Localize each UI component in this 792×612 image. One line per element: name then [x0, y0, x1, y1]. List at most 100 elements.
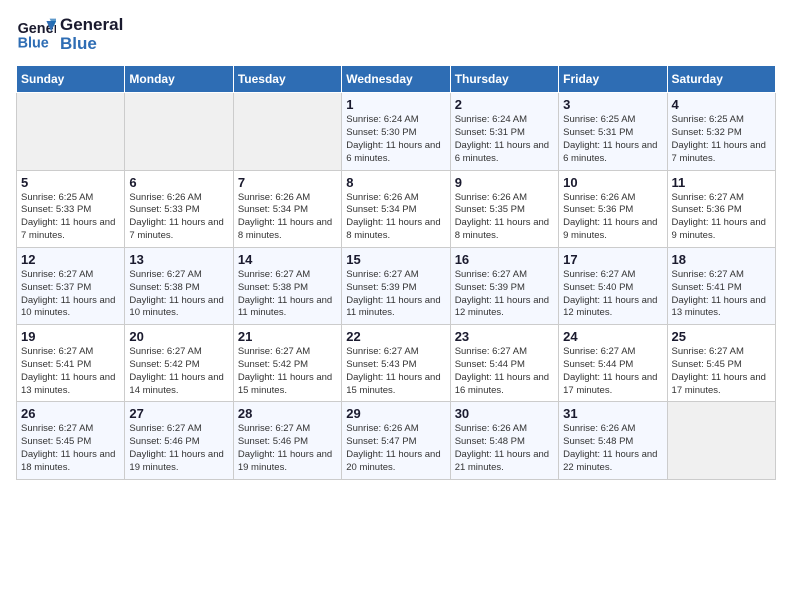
- calendar-cell: 29Sunrise: 6:26 AM Sunset: 5:47 PM Dayli…: [342, 402, 450, 479]
- day-info: Sunrise: 6:27 AM Sunset: 5:37 PM Dayligh…: [21, 269, 120, 320]
- day-number: 19: [21, 329, 120, 344]
- day-info: Sunrise: 6:27 AM Sunset: 5:38 PM Dayligh…: [238, 269, 337, 320]
- calendar-cell: 7 Sunrise: 6:26 AM Sunset: 5:34 PM Daylig…: [233, 170, 341, 247]
- day-info: Sunrise: 6:27 AM Sunset: 5:44 PM Dayligh…: [563, 346, 662, 397]
- day-number: 20: [129, 329, 228, 344]
- day-number: 12: [21, 252, 120, 267]
- day-number: 26: [21, 406, 120, 421]
- day-number: 21: [238, 329, 337, 344]
- day-number: 18: [672, 252, 771, 267]
- day-number: 17: [563, 252, 662, 267]
- day-info: Sunrise: 6:26 AM Sunset: 5:33 PM Dayligh…: [129, 192, 228, 243]
- day-number: 5: [21, 175, 120, 190]
- svg-text:Blue: Blue: [18, 35, 49, 51]
- day-info: Sunrise: 6:27 AM Sunset: 5:41 PM Dayligh…: [21, 346, 120, 397]
- calendar-cell: 5 Sunrise: 6:25 AM Sunset: 5:33 PM Daylig…: [17, 170, 125, 247]
- logo: General Blue General Blue: [16, 16, 123, 53]
- day-info: Sunrise: 6:26 AM Sunset: 5:35 PM Dayligh…: [455, 192, 554, 243]
- day-info: Sunrise: 6:24 AM Sunset: 5:31 PM Dayligh…: [455, 114, 554, 165]
- week-row-1: 5 Sunrise: 6:25 AM Sunset: 5:33 PM Daylig…: [17, 170, 776, 247]
- day-info: Sunrise: 6:26 AM Sunset: 5:36 PM Dayligh…: [563, 192, 662, 243]
- week-row-3: 19 Sunrise: 6:27 AM Sunset: 5:41 PM Dayli…: [17, 325, 776, 402]
- calendar-cell: 2 Sunrise: 6:24 AM Sunset: 5:31 PM Daylig…: [450, 93, 558, 170]
- calendar-cell: 23Sunrise: 6:27 AM Sunset: 5:44 PM Dayli…: [450, 325, 558, 402]
- day-info: Sunrise: 6:27 AM Sunset: 5:44 PM Dayligh…: [455, 346, 554, 397]
- day-number: 25: [672, 329, 771, 344]
- day-header-thursday: Thursday: [450, 66, 558, 93]
- calendar-table: SundayMondayTuesdayWednesdayThursdayFrid…: [16, 65, 776, 479]
- day-info: Sunrise: 6:27 AM Sunset: 5:39 PM Dayligh…: [346, 269, 445, 320]
- calendar-cell: 16 Sunrise: 6:27 AM Sunset: 5:39 PM Dayli…: [450, 247, 558, 324]
- day-info: Sunrise: 6:27 AM Sunset: 5:46 PM Dayligh…: [238, 423, 337, 474]
- calendar-cell: [17, 93, 125, 170]
- day-header-sunday: Sunday: [17, 66, 125, 93]
- calendar-header-row: SundayMondayTuesdayWednesdayThursdayFrid…: [17, 66, 776, 93]
- day-info: Sunrise: 6:25 AM Sunset: 5:33 PM Dayligh…: [21, 192, 120, 243]
- logo-icon: General Blue: [16, 17, 56, 53]
- day-number: 1: [346, 97, 445, 112]
- day-info: Sunrise: 6:24 AM Sunset: 5:30 PM Dayligh…: [346, 114, 445, 165]
- day-info: Sunrise: 6:27 AM Sunset: 5:46 PM Dayligh…: [129, 423, 228, 474]
- calendar-cell: [667, 402, 775, 479]
- day-number: 27: [129, 406, 228, 421]
- calendar-cell: 8 Sunrise: 6:26 AM Sunset: 5:34 PM Daylig…: [342, 170, 450, 247]
- day-number: 16: [455, 252, 554, 267]
- week-row-2: 12 Sunrise: 6:27 AM Sunset: 5:37 PM Dayli…: [17, 247, 776, 324]
- calendar-cell: 11 Sunrise: 6:27 AM Sunset: 5:36 PM Dayli…: [667, 170, 775, 247]
- day-info: Sunrise: 6:26 AM Sunset: 5:34 PM Dayligh…: [346, 192, 445, 243]
- calendar-cell: 26 Sunrise: 6:27 AM Sunset: 5:45 PM Dayli…: [17, 402, 125, 479]
- day-info: Sunrise: 6:27 AM Sunset: 5:40 PM Dayligh…: [563, 269, 662, 320]
- day-header-monday: Monday: [125, 66, 233, 93]
- calendar-cell: 17 Sunrise: 6:27 AM Sunset: 5:40 PM Dayli…: [559, 247, 667, 324]
- calendar-cell: 31Sunrise: 6:26 AM Sunset: 5:48 PM Dayli…: [559, 402, 667, 479]
- calendar-cell: 20Sunrise: 6:27 AM Sunset: 5:42 PM Dayli…: [125, 325, 233, 402]
- calendar-cell: 30 Sunrise: 6:26 AM Sunset: 5:48 PM Dayli…: [450, 402, 558, 479]
- logo-blue: Blue: [60, 35, 123, 54]
- day-number: 3: [563, 97, 662, 112]
- calendar-cell: 19 Sunrise: 6:27 AM Sunset: 5:41 PM Dayli…: [17, 325, 125, 402]
- day-info: Sunrise: 6:26 AM Sunset: 5:47 PM Dayligh…: [346, 423, 445, 474]
- calendar-cell: 4 Sunrise: 6:25 AM Sunset: 5:32 PM Daylig…: [667, 93, 775, 170]
- day-number: 13: [129, 252, 228, 267]
- day-info: Sunrise: 6:26 AM Sunset: 5:48 PM Dayligh…: [455, 423, 554, 474]
- day-info: Sunrise: 6:27 AM Sunset: 5:45 PM Dayligh…: [21, 423, 120, 474]
- day-info: Sunrise: 6:27 AM Sunset: 5:42 PM Dayligh…: [238, 346, 337, 397]
- day-number: 24: [563, 329, 662, 344]
- calendar-cell: 28 Sunrise: 6:27 AM Sunset: 5:46 PM Dayli…: [233, 402, 341, 479]
- calendar-cell: 21 Sunrise: 6:27 AM Sunset: 5:42 PM Dayli…: [233, 325, 341, 402]
- calendar-cell: 25 Sunrise: 6:27 AM Sunset: 5:45 PM Dayli…: [667, 325, 775, 402]
- day-info: Sunrise: 6:27 AM Sunset: 5:39 PM Dayligh…: [455, 269, 554, 320]
- calendar-cell: 13Sunrise: 6:27 AM Sunset: 5:38 PM Dayli…: [125, 247, 233, 324]
- day-number: 8: [346, 175, 445, 190]
- calendar-cell: 15 Sunrise: 6:27 AM Sunset: 5:39 PM Dayli…: [342, 247, 450, 324]
- day-info: Sunrise: 6:27 AM Sunset: 5:43 PM Dayligh…: [346, 346, 445, 397]
- day-number: 28: [238, 406, 337, 421]
- day-number: 10: [563, 175, 662, 190]
- day-info: Sunrise: 6:27 AM Sunset: 5:41 PM Dayligh…: [672, 269, 771, 320]
- day-number: 4: [672, 97, 771, 112]
- day-header-friday: Friday: [559, 66, 667, 93]
- day-number: 15: [346, 252, 445, 267]
- day-info: Sunrise: 6:25 AM Sunset: 5:32 PM Dayligh…: [672, 114, 771, 165]
- calendar-cell: 3 Sunrise: 6:25 AM Sunset: 5:31 PM Daylig…: [559, 93, 667, 170]
- day-number: 2: [455, 97, 554, 112]
- day-header-tuesday: Tuesday: [233, 66, 341, 93]
- week-row-0: 1 Sunrise: 6:24 AM Sunset: 5:30 PM Daylig…: [17, 93, 776, 170]
- calendar-cell: 18 Sunrise: 6:27 AM Sunset: 5:41 PM Dayli…: [667, 247, 775, 324]
- day-info: Sunrise: 6:26 AM Sunset: 5:34 PM Dayligh…: [238, 192, 337, 243]
- calendar-cell: 10 Sunrise: 6:26 AM Sunset: 5:36 PM Dayli…: [559, 170, 667, 247]
- day-info: Sunrise: 6:25 AM Sunset: 5:31 PM Dayligh…: [563, 114, 662, 165]
- day-number: 14: [238, 252, 337, 267]
- day-number: 7: [238, 175, 337, 190]
- calendar-cell: 24 Sunrise: 6:27 AM Sunset: 5:44 PM Dayli…: [559, 325, 667, 402]
- calendar-cell: 22Sunrise: 6:27 AM Sunset: 5:43 PM Dayli…: [342, 325, 450, 402]
- day-number: 11: [672, 175, 771, 190]
- day-number: 30: [455, 406, 554, 421]
- calendar-cell: 9Sunrise: 6:26 AM Sunset: 5:35 PM Daylig…: [450, 170, 558, 247]
- calendar-cell: 14 Sunrise: 6:27 AM Sunset: 5:38 PM Dayli…: [233, 247, 341, 324]
- day-info: Sunrise: 6:27 AM Sunset: 5:45 PM Dayligh…: [672, 346, 771, 397]
- calendar-cell: [125, 93, 233, 170]
- day-info: Sunrise: 6:27 AM Sunset: 5:36 PM Dayligh…: [672, 192, 771, 243]
- day-number: 31: [563, 406, 662, 421]
- calendar-cell: 12 Sunrise: 6:27 AM Sunset: 5:37 PM Dayli…: [17, 247, 125, 324]
